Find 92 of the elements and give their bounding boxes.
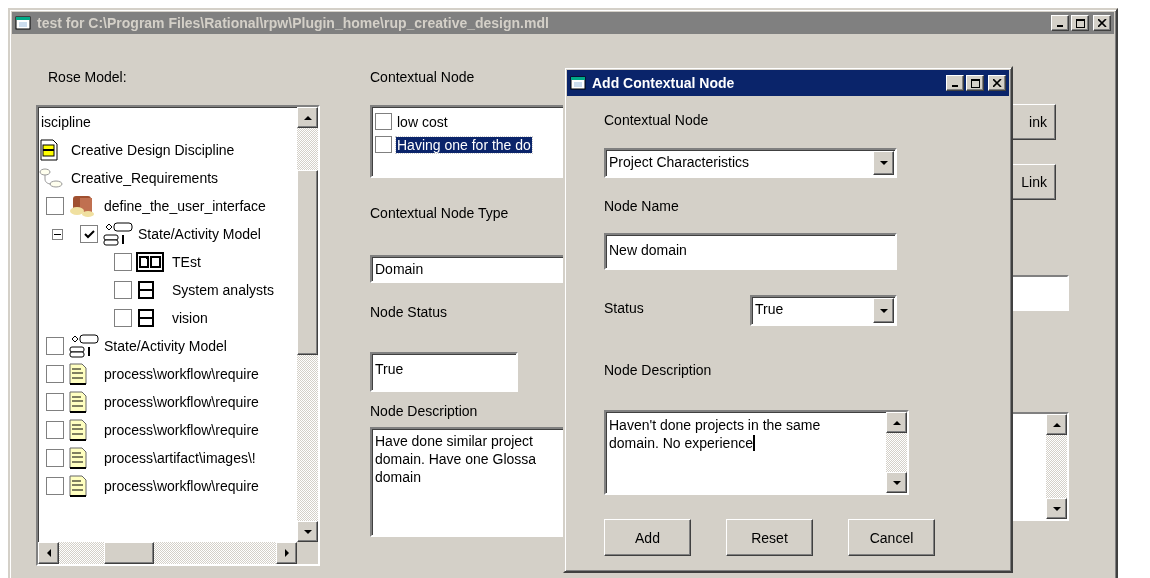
dropdown-arrow-button[interactable] <box>873 151 894 175</box>
field-label: Status <box>604 300 644 317</box>
tree-item[interactable]: Creative_Requirements <box>69 170 221 186</box>
close-button[interactable] <box>988 75 1006 91</box>
checkbox[interactable] <box>46 393 64 411</box>
window-title: test for C:\Program Files\Rational\rpw\Plugin_home\rup_creative_design.mdl <box>37 15 550 31</box>
tree-item[interactable]: Creative Design Discipline <box>69 142 237 158</box>
scroll-up-button[interactable] <box>886 412 907 433</box>
scrollbar-thumb[interactable] <box>104 542 154 564</box>
class-icon <box>136 308 156 328</box>
checkbox[interactable] <box>375 136 392 153</box>
horizontal-scrollbar[interactable] <box>38 542 297 564</box>
checkbox[interactable] <box>114 281 132 299</box>
field-label: Rose Model: <box>48 69 127 86</box>
minimize-button[interactable] <box>1051 15 1069 31</box>
scroll-up-button[interactable] <box>297 107 318 128</box>
button[interactable]: Cancel <box>848 519 935 556</box>
tree-item[interactable]: iscipline <box>39 114 93 130</box>
document-icon <box>68 475 88 497</box>
checkbox[interactable] <box>114 309 132 327</box>
document-icon <box>68 363 88 385</box>
maximize-button[interactable] <box>1071 15 1089 31</box>
flow-icon <box>39 167 63 189</box>
checkbox[interactable] <box>46 365 64 383</box>
vertical-scrollbar[interactable] <box>297 107 318 542</box>
input-field[interactable]: New domain <box>604 233 897 270</box>
collapse-icon[interactable] <box>52 228 63 240</box>
checkmark-icon <box>83 229 95 239</box>
checkbox[interactable] <box>80 225 98 243</box>
close-button[interactable] <box>1093 15 1111 31</box>
checkbox[interactable] <box>46 337 64 355</box>
field-label: Node Description <box>604 362 712 379</box>
tree-item[interactable]: process\workflow\require <box>102 394 261 410</box>
checkbox[interactable] <box>46 421 64 439</box>
scroll-down-button[interactable] <box>297 521 318 542</box>
dropdown[interactable]: Project Characteristics <box>604 148 897 178</box>
checkbox[interactable] <box>375 113 392 130</box>
window-icon <box>15 16 31 30</box>
minimize-button[interactable] <box>946 75 964 91</box>
checkbox[interactable] <box>114 253 132 271</box>
tree-item[interactable]: State/Activity Model <box>102 338 229 354</box>
tree-item[interactable]: process\workflow\require <box>102 366 261 382</box>
state-diagram-icon <box>68 334 100 358</box>
scroll-up-button[interactable] <box>1046 414 1067 435</box>
field-label: Contextual Node <box>604 112 709 129</box>
window-icon <box>570 76 586 90</box>
field-label: Contextual Node <box>370 69 475 86</box>
tree-item[interactable]: System analysts <box>170 282 276 298</box>
window-title: Add Contextual Node <box>592 75 736 91</box>
checkbox[interactable] <box>46 477 64 495</box>
scrollbar-thumb[interactable] <box>297 170 318 355</box>
list-item[interactable]: Having one for the do <box>396 136 532 153</box>
field-label: Node Status <box>370 304 448 321</box>
diagram-icon <box>136 252 164 272</box>
checkbox[interactable] <box>46 449 64 467</box>
tree-item[interactable]: process\workflow\require <box>102 422 261 438</box>
button[interactable]: Add <box>604 519 691 556</box>
scroll-down-button[interactable] <box>1046 498 1067 519</box>
dropdown[interactable]: True <box>750 295 897 326</box>
scrollbar-corner <box>297 542 318 564</box>
scroll-down-button[interactable] <box>886 472 907 493</box>
document-icon <box>39 139 59 161</box>
vertical-scrollbar[interactable] <box>1046 414 1067 519</box>
vertical-scrollbar[interactable] <box>886 412 907 493</box>
button[interactable]: Reset <box>726 519 813 556</box>
class-icon <box>136 280 156 300</box>
dropdown-arrow-button[interactable] <box>873 298 894 323</box>
document-icon <box>68 419 88 441</box>
tree-item[interactable]: define_the_user_interface <box>102 198 268 214</box>
list-item[interactable]: low cost <box>396 113 449 130</box>
tree-item[interactable]: TEst <box>170 254 203 270</box>
checkbox[interactable] <box>46 197 64 215</box>
input-field[interactable]: True <box>370 352 518 392</box>
field-label: Contextual Node Type <box>370 205 509 222</box>
field-label: Node Name <box>604 198 679 215</box>
scroll-left-button[interactable] <box>38 542 59 564</box>
scroll-right-button[interactable] <box>276 542 297 564</box>
tree-view[interactable] <box>36 105 320 566</box>
tree-item[interactable]: State/Activity Model <box>136 226 263 242</box>
state-diagram-icon <box>102 222 134 246</box>
tree-item[interactable]: vision <box>170 310 210 326</box>
maximize-button[interactable] <box>966 75 984 91</box>
document-icon <box>68 447 88 469</box>
document-icon <box>68 391 88 413</box>
tree-item[interactable]: process\artifact\images\! <box>102 450 258 466</box>
text-area[interactable]: Haven't done projects in the same domain. No experience <box>604 410 909 495</box>
close-icon <box>992 79 1002 87</box>
text-cursor <box>753 435 755 451</box>
tree-item[interactable]: process\workflow\require <box>102 478 261 494</box>
close-icon <box>1097 19 1107 27</box>
shapes-icon <box>68 194 96 218</box>
field-label: Node Description <box>370 403 478 420</box>
